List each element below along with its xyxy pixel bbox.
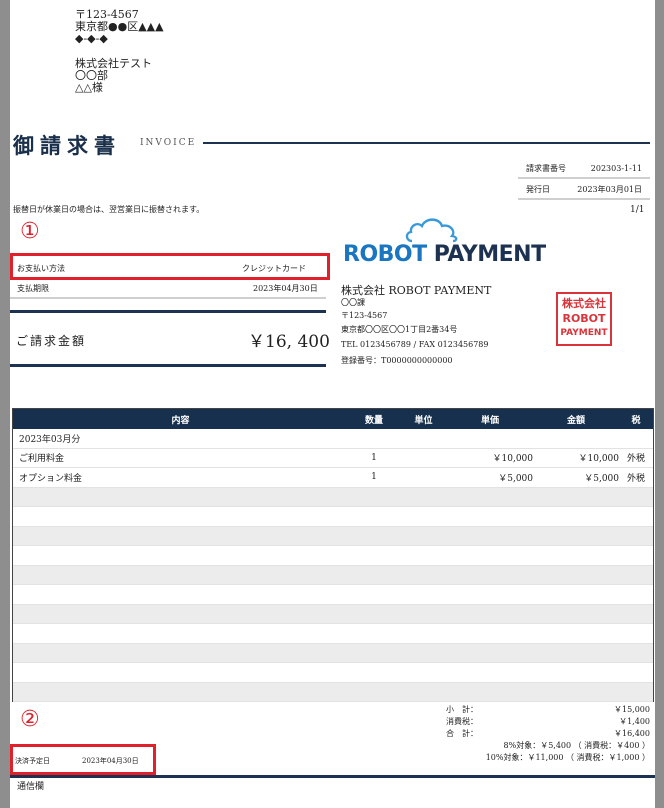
table-row	[13, 585, 653, 605]
cell-price: ￥5,000	[498, 473, 533, 484]
table-header: 内容 数量 単位 単価 金額 税	[13, 409, 653, 429]
subtotal-value: ￥15,000	[614, 705, 650, 714]
subtotal-label: 小 計：	[446, 705, 478, 714]
annotation-marker-2: ②	[20, 707, 40, 732]
settlement-date: 2023年04月30日	[82, 757, 139, 765]
table-body: 2023年03月分 ご利用料金 1 ￥10,000 ￥10,000 外税 オプション料金 1 ￥…	[13, 429, 653, 702]
cell-amount: ￥10,000	[578, 454, 620, 465]
amount-top-rule	[10, 310, 326, 313]
issuer-tel-fax: TEL 0123456789 / FAX 0123456789	[341, 340, 489, 349]
settlement-label: 決済予定日	[15, 757, 50, 765]
cell-amount: ￥5,000	[584, 473, 619, 484]
due-date-rule	[10, 297, 326, 299]
invoice-number: 202303-1-11	[590, 163, 642, 173]
issuer-company: 株式会社 ROBOT PAYMENT	[341, 284, 492, 297]
invoice-page: 〒123-4567 東京都●●区▲▲▲ ◆-◆-◆ 株式会社テスト 〇〇部 △△…	[10, 0, 655, 808]
transfer-notice: 振替日が休業日の場合は、翌営業日に振替されます。	[13, 205, 205, 214]
cell-qty: 1	[371, 452, 377, 463]
page-title-en: INVOICE	[140, 138, 197, 148]
invoice-number-label: 請求書番号	[526, 163, 566, 173]
robot-payment-logo: ROBOT PAYMENT	[343, 217, 546, 267]
company-seal: 株式会社 ROBOT PAYMENT	[556, 292, 612, 346]
cell-tax: 外税	[626, 454, 645, 465]
table-row	[13, 526, 653, 546]
total-value: ￥16,400	[614, 729, 650, 738]
payment-method-label: お支払い方法	[17, 264, 65, 273]
tax-10-percent: 10%対象：￥11,000 （ 消費税：￥1,000 ）	[485, 753, 650, 762]
table-row	[13, 643, 653, 663]
issuer-address: 東京都〇〇区〇〇1丁目2番34号	[341, 325, 458, 334]
invoice-number-row: 請求書番号 202303-1-11	[518, 160, 650, 179]
table-row	[13, 682, 653, 702]
tax-8-percent: 8%対象：￥5,400 （ 消費税：￥400 ）	[503, 741, 651, 750]
header-qty: 数量	[364, 415, 383, 426]
cell-item: ご利用料金	[19, 454, 65, 465]
seal-line-1: 株式会社	[562, 297, 606, 310]
issuer-department: 〇〇課	[341, 298, 365, 307]
table-row	[13, 565, 653, 585]
due-date-label: 支払期限	[17, 284, 49, 293]
header-unit: 単位	[414, 415, 433, 426]
page-title: 御請求書	[13, 133, 121, 158]
cell-qty: 1	[371, 472, 377, 483]
logo-text-payment: PAYMENT	[433, 242, 546, 267]
cell-tax: 外税	[626, 473, 645, 484]
payment-method-value: クレジットカード	[242, 264, 306, 273]
issue-date-row: 発行日 2023年03月01日	[518, 181, 650, 200]
cloud-icon	[405, 218, 458, 243]
title-rule	[203, 142, 650, 144]
cell-price: ￥10,000	[492, 454, 534, 465]
table-row	[13, 507, 653, 527]
table-row	[13, 663, 653, 683]
page-number: 1/1	[630, 205, 645, 215]
header-amount: 金額	[566, 415, 585, 426]
billing-amount-value: ￥16, 400	[248, 332, 330, 352]
seal-line-2: ROBOT	[562, 312, 606, 325]
table-row	[13, 546, 653, 566]
table-row: 2023年03月分	[13, 429, 653, 449]
cell-item: オプション料金	[19, 473, 83, 484]
issuer-registration: 登録番号：T0000000000000	[341, 356, 453, 365]
annotation-marker-1: ①	[20, 219, 40, 244]
total-label: 合 計：	[446, 729, 478, 738]
table-row	[13, 487, 653, 507]
recipient-address-2: ◆-◆-◆	[75, 32, 108, 45]
billing-amount-label: ご請求金額	[16, 334, 87, 348]
issuer-postal: 〒123-4567	[341, 311, 388, 320]
recipient-person: △△様	[75, 81, 103, 94]
tax-value: ￥1,400	[619, 717, 650, 726]
issue-date: 2023年03月01日	[577, 184, 642, 194]
invoice-meta: 請求書番号 202303-1-11 発行日 2023年03月01日	[518, 160, 650, 200]
table-row: オプション料金 1 ￥5,000 ￥5,000 外税	[13, 468, 653, 488]
amount-bottom-rule	[10, 364, 326, 367]
tax-label: 消費税：	[446, 717, 478, 726]
cell-item: 2023年03月分	[19, 434, 81, 445]
header-tax: 税	[631, 415, 641, 426]
due-date-value: 2023年04月30日	[253, 284, 318, 293]
memo-rule	[10, 775, 655, 778]
table-row: ご利用料金 1 ￥10,000 ￥10,000 外税	[13, 449, 653, 468]
memo-label: 通信欄	[17, 782, 45, 792]
header-price: 単価	[480, 415, 499, 426]
logo-text-robot: ROBOT	[343, 242, 434, 267]
issue-date-label: 発行日	[526, 184, 550, 194]
header-item: 内容	[171, 415, 190, 426]
items-table: 内容 数量 単位 単価 金額 税 2023年03月分 ご利用料金 1 ￥10,000 ￥…	[12, 408, 654, 702]
table-row	[13, 624, 653, 644]
table-row	[13, 604, 653, 624]
seal-line-3: PAYMENT	[560, 328, 608, 338]
